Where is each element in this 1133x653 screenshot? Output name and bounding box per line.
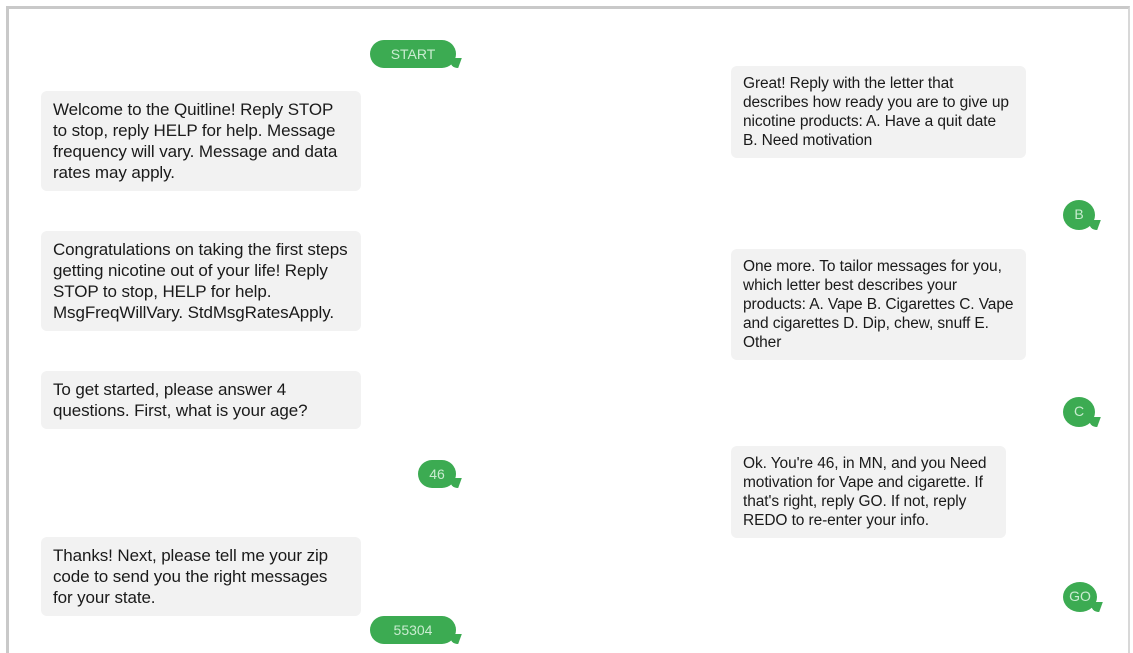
sent-message-zip: 55304 [370,616,456,644]
received-message-zip-prompt: Thanks! Next, please tell me your zip co… [41,537,361,616]
received-message-congrats: Congratulations on taking the first step… [41,231,361,331]
received-message-readiness: Great! Reply with the letter that descri… [731,66,1026,158]
sent-message-age: 46 [418,460,456,488]
sent-message-go: GO [1063,582,1097,612]
received-message-confirm: Ok. You're 46, in MN, and you Need motiv… [731,446,1006,538]
received-message-questions: To get started, please answer 4 question… [41,371,361,429]
sent-message-start: START [370,40,456,68]
sent-message-products: C [1063,397,1095,427]
received-message-products: One more. To tailor messages for you, wh… [731,249,1026,360]
conversation-screenshot: START Welcome to the Quitline! Reply STO… [6,6,1130,653]
sent-message-readiness: B [1063,200,1095,230]
received-message-welcome: Welcome to the Quitline! Reply STOP to s… [41,91,361,191]
